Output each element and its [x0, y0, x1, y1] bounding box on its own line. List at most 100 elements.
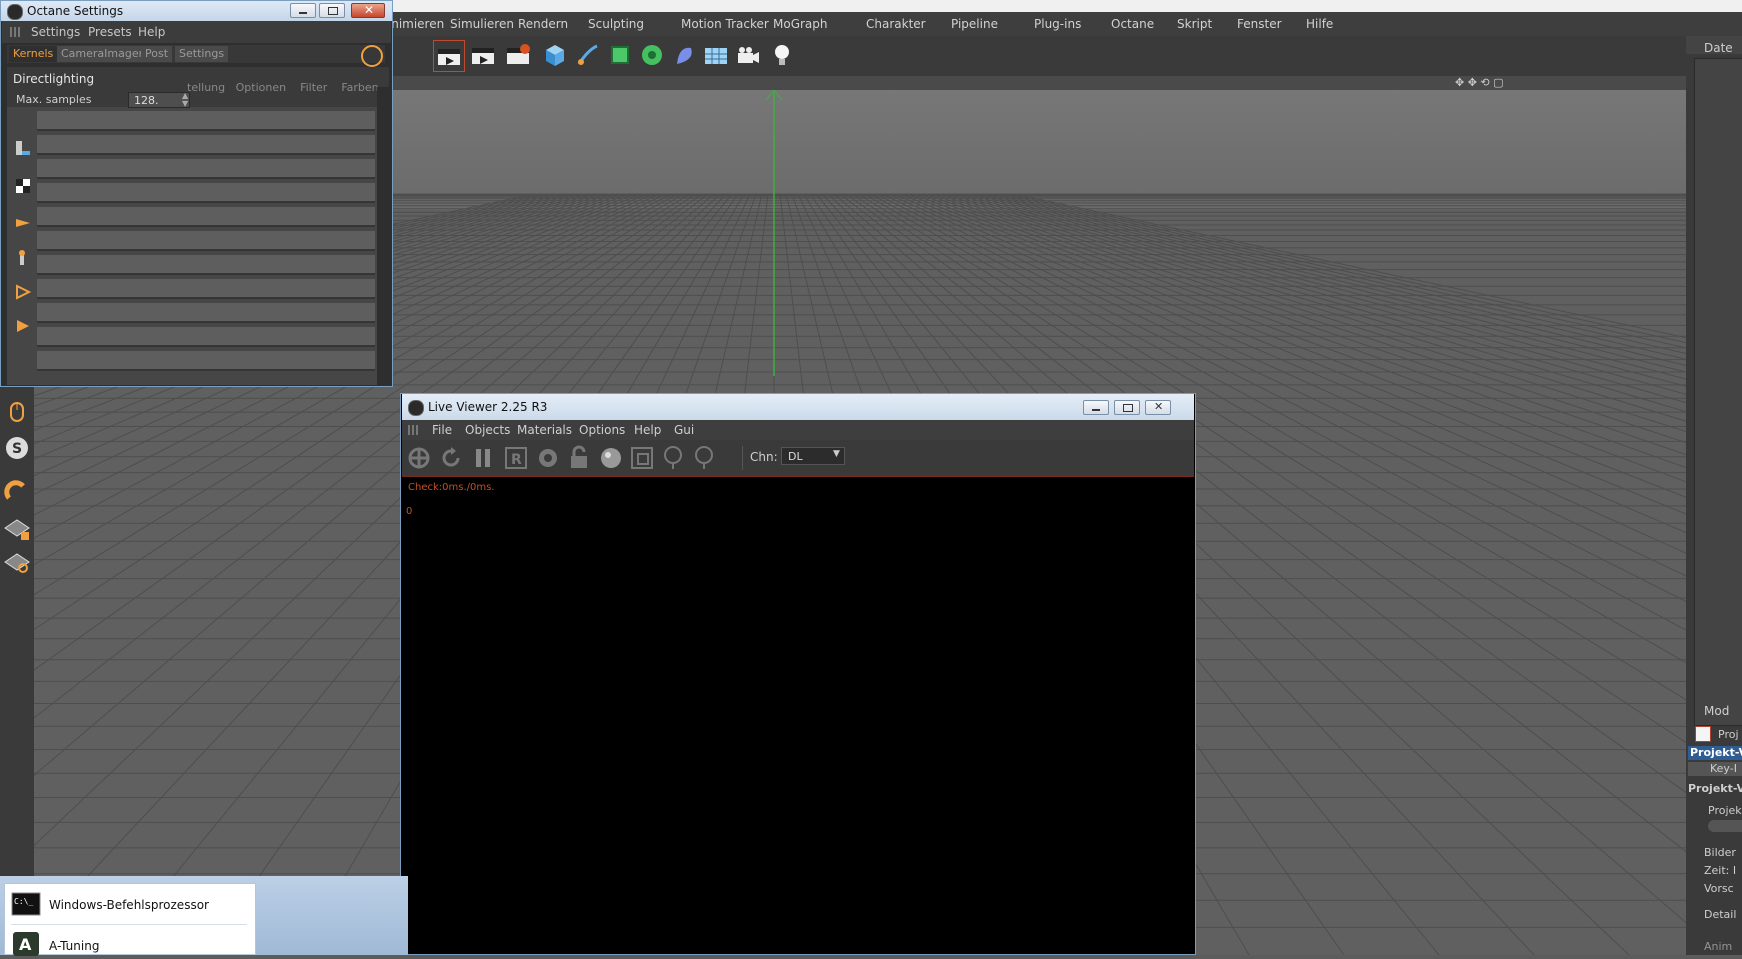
octane-menu-settings[interactable]: Settings: [31, 25, 80, 39]
octane-row[interactable]: [37, 183, 375, 203]
workplane-axis-icon[interactable]: [3, 548, 31, 576]
menu-item-rendern[interactable]: Rendern: [518, 17, 568, 31]
focus-picker-icon[interactable]: [660, 445, 686, 471]
cube-primitive-icon[interactable]: [540, 40, 570, 70]
lv-menu-file[interactable]: File: [432, 423, 452, 437]
tab-cameraimager[interactable]: CameraImager: [57, 46, 148, 62]
lv-menu-help[interactable]: Help: [634, 423, 661, 437]
octane-settings-titlebar[interactable]: Octane Settings ✕: [1, 1, 392, 21]
minimize-button[interactable]: [290, 3, 316, 18]
joint-icon: [14, 249, 32, 267]
snap-s-icon[interactable]: S: [3, 434, 31, 462]
max-samples-stepper-icon[interactable]: ▲ ▼: [182, 92, 188, 108]
octane-menu-presets[interactable]: Presets: [88, 25, 132, 39]
render-view-icon[interactable]: [433, 40, 465, 72]
maximize-icon: [328, 7, 338, 15]
render-canvas[interactable]: [402, 477, 1194, 954]
menu-item-motion-tracker[interactable]: Motion Tracker: [681, 17, 769, 31]
workplane-lock-icon[interactable]: [3, 514, 31, 542]
grip-icon: [10, 27, 20, 37]
camera-icon[interactable]: [733, 40, 763, 70]
lock-icon[interactable]: [566, 445, 592, 471]
chevron-down-icon[interactable]: ▼: [833, 449, 840, 459]
object-manager-area[interactable]: [1694, 58, 1742, 726]
render-orange-ring-icon[interactable]: [361, 45, 383, 67]
render-settings-icon[interactable]: [503, 40, 533, 70]
lv-menu-options[interactable]: Options: [579, 423, 625, 437]
menu-item-plug-ins[interactable]: Plug-ins: [1034, 17, 1081, 31]
max-samples-input[interactable]: 128.: [128, 92, 190, 108]
menu-item-sculpting[interactable]: Sculpting: [588, 17, 644, 31]
menu-item-skript[interactable]: Skript: [1177, 17, 1212, 31]
octane-row[interactable]: [37, 207, 375, 227]
lv-menu-objects[interactable]: Objects: [465, 423, 510, 437]
panel-tab-mod[interactable]: Mod: [1704, 704, 1729, 718]
viewport-nav-icons[interactable]: ✥ ✥ ⟲ ▢: [1455, 76, 1504, 89]
live-viewer-menubar: File Objects Materials Options Help Gui: [402, 420, 1194, 440]
magnet-snap-icon[interactable]: [3, 478, 31, 506]
octane-row[interactable]: [37, 231, 375, 251]
octane-row[interactable]: [37, 303, 375, 323]
project-settings-icon: [1695, 726, 1711, 742]
mouse-tool-icon[interactable]: [3, 398, 31, 426]
lv-menu-materials[interactable]: Materials: [517, 423, 572, 437]
projekt-v-tab-active[interactable]: Projekt-V: [1688, 746, 1742, 760]
octane-row[interactable]: [37, 279, 375, 299]
menu-item-octane[interactable]: Octane: [1111, 17, 1154, 31]
menu-item-hilfe[interactable]: Hilfe: [1306, 17, 1333, 31]
live-viewer-titlebar[interactable]: Live Viewer 2.25 R3 ✕: [402, 394, 1194, 420]
start-item-a-tuning[interactable]: A-Tuning: [49, 939, 99, 953]
start-item-cmd[interactable]: Windows-Befehlsprozessor: [49, 898, 209, 912]
light-icon[interactable]: [767, 40, 797, 70]
pen-spline-icon[interactable]: [573, 40, 603, 70]
octane-settings-window[interactable]: Octane Settings ✕ Settings Presets Help …: [0, 0, 393, 387]
octane-menu-help[interactable]: Help: [138, 25, 165, 39]
octane-row[interactable]: [37, 135, 375, 155]
octane-row[interactable]: [37, 327, 375, 347]
close-button[interactable]: ✕: [351, 3, 385, 18]
minimize-button[interactable]: [1083, 400, 1109, 415]
viewport-region-icon[interactable]: [629, 445, 655, 471]
menu-item-simulieren[interactable]: Simulieren: [450, 17, 514, 31]
octane-row[interactable]: [37, 351, 375, 371]
octane-row[interactable]: [37, 159, 375, 179]
tab-kernels[interactable]: Kernels: [9, 46, 58, 62]
mograph-cloner-icon[interactable]: [637, 40, 667, 70]
render-picture-viewer-icon[interactable]: [468, 40, 498, 70]
menu-item-pipeline[interactable]: Pipeline: [951, 17, 998, 31]
tab-settings[interactable]: Settings: [175, 46, 229, 62]
pause-icon[interactable]: [470, 445, 496, 471]
floor-environment-icon[interactable]: [701, 40, 731, 70]
settings-gear-icon[interactable]: [535, 445, 561, 471]
key-tab[interactable]: Key-I: [1688, 762, 1742, 776]
start-menu-divider: [11, 924, 247, 925]
restart-render-icon[interactable]: [438, 445, 464, 471]
project-scale-field[interactable]: [1708, 820, 1742, 832]
material-preview-icon[interactable]: [598, 445, 624, 471]
material-picker-icon[interactable]: [691, 445, 717, 471]
menu-item-fenster[interactable]: Fenster: [1237, 17, 1282, 31]
region-render-icon[interactable]: R: [503, 445, 529, 471]
tab-post[interactable]: Post: [141, 46, 173, 62]
live-viewer-window[interactable]: Live Viewer 2.25 R3 ✕ File Objects Mater…: [400, 393, 1196, 955]
panel-tab-date[interactable]: Date: [1704, 41, 1733, 55]
octane-row[interactable]: [37, 255, 375, 275]
live-viewer-title: Live Viewer 2.25 R3: [428, 400, 548, 414]
label-detail: Detail: [1704, 908, 1737, 921]
panel-scrollbar[interactable]: [377, 87, 389, 385]
maximize-button[interactable]: [319, 3, 345, 18]
max-samples-label: Max. samples: [16, 93, 92, 106]
svg-text:S: S: [12, 441, 22, 457]
label-vorsc: Vorsc: [1704, 882, 1734, 895]
send-scene-icon[interactable]: [406, 445, 432, 471]
lv-menu-gui[interactable]: Gui: [674, 423, 694, 437]
grip-icon: [408, 425, 418, 435]
channel-label: Chn:: [750, 450, 778, 464]
close-button[interactable]: ✕: [1145, 400, 1171, 415]
maximize-button[interactable]: [1114, 400, 1140, 415]
deformer-icon[interactable]: [669, 40, 699, 70]
subdivision-icon[interactable]: [605, 40, 635, 70]
menu-item-charakter[interactable]: Charakter: [866, 17, 926, 31]
menu-item-mograph[interactable]: MoGraph: [773, 17, 828, 31]
octane-row[interactable]: [37, 111, 375, 131]
